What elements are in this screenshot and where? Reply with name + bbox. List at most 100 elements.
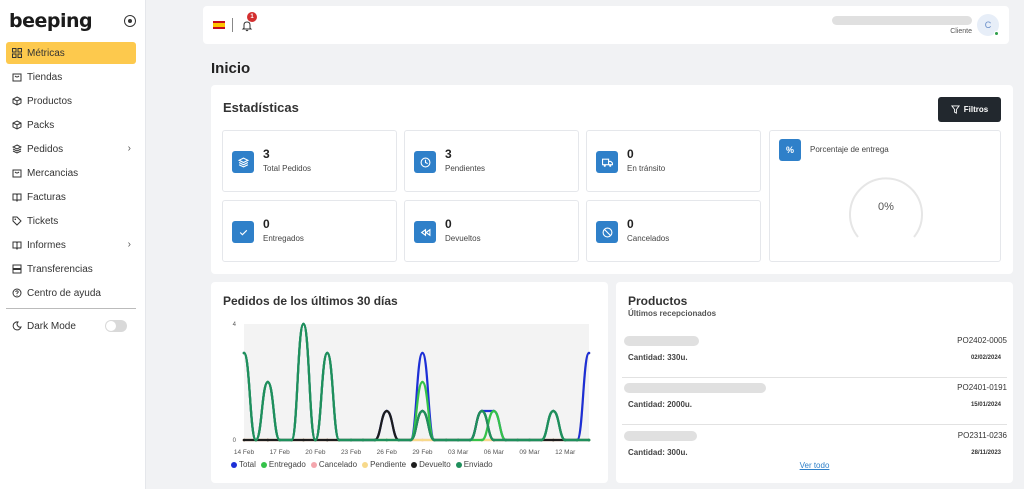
legend-item-devuelto[interactable]: Devuelto [411,460,451,469]
stat-cancelados[interactable]: 0 Cancelados [586,200,761,262]
legend-item-pendiente[interactable]: Pendiente [362,460,406,469]
products-card: Productos Últimos recepcionados PO2402-0… [616,282,1013,483]
data-point-devuelto [552,438,555,442]
stats-card: Estadísticas Filtros 3 Total Pedidos 3 P… [211,85,1013,274]
data-point-enviado [540,438,543,442]
help-icon [12,288,22,298]
data-point-devuelto [302,438,305,442]
data-point-enviado [575,438,579,442]
product-name-redacted [624,336,699,346]
stat-total-pedidos[interactable]: 3 Total Pedidos [222,130,397,192]
store-icon [12,72,22,82]
legend-dot [310,461,317,468]
sidebar-item-label: Facturas [27,191,66,203]
book-icon [12,192,22,202]
data-point-enviado [266,380,270,384]
stat-pendientes[interactable]: 3 Pendientes [404,130,579,192]
data-point-enviado [325,351,329,355]
sidebar-item-centro-de-ayuda[interactable]: Centro de ayuda [6,282,136,304]
sidebar-item-label: Tiendas [27,71,63,83]
dark-mode-toggle[interactable] [105,320,127,332]
legend-item-cancelado[interactable]: Cancelado [310,460,357,469]
app-logo[interactable]: beeping [9,10,93,32]
rewind-icon [414,221,436,243]
sidebar-item-packs[interactable]: Packs [6,114,136,136]
spain-flag-icon[interactable] [213,21,225,29]
stat-entregados[interactable]: 0 Entregados [222,200,397,262]
sidebar-item-tickets[interactable]: Tickets [6,210,136,232]
data-point-total [587,351,591,355]
x-tick-label: 06 Mar [484,449,505,456]
product-row[interactable]: PO2401-0191 Cantidad: 2000u. 15/01/2024 [622,379,1007,425]
avatar[interactable]: C [977,14,999,36]
product-code: PO2402-0005 [957,336,1007,345]
legend-label: Total [239,460,256,469]
sidebar-item-metricas[interactable]: Métricas [6,42,136,64]
filters-button[interactable]: Filtros [938,97,1001,122]
dark-mode-label: Dark Mode [27,320,76,332]
legend-dot [231,461,237,468]
sidebar-item-mercancias[interactable]: Mercancias [6,162,136,184]
products-subtitle: Últimos recepcionados [628,309,717,318]
sidebar-collapse-icon[interactable] [124,15,136,27]
data-point-enviado [397,438,400,442]
product-code: PO2401-0191 [957,383,1007,392]
user-info: Cliente [832,15,972,35]
product-date: 28/11/2023 [971,450,1001,456]
data-point-enviado [242,351,246,355]
data-point-enviado [587,438,591,442]
stat-en-transito[interactable]: 0 En tránsito [586,130,761,192]
legend-label: Enviado [463,460,493,469]
legend-label: Entregado [268,460,306,469]
stat-label: Cancelados [627,234,670,243]
data-point-entregado [492,409,496,413]
data-point-devuelto [385,409,389,413]
chart-legend: Total Entregado Cancelado Pendiente Devu… [231,460,493,469]
stat-value: 0 [445,217,452,231]
grid-icon [12,48,22,58]
chevron-right-icon: › [127,143,131,154]
sidebar-item-facturas[interactable]: Facturas [6,186,136,208]
delivery-percentage-value: 0% [878,201,894,213]
x-tick-label: 29 Feb [412,449,433,456]
moon-icon [12,321,22,331]
sidebar-nav: Métricas Tiendas Productos Packs Pedidos… [0,42,145,337]
dark-mode-row: Dark Mode [6,315,136,337]
y-tick-label: 0 [233,438,237,444]
sidebar-item-label: Mercancias [27,167,79,179]
data-point-devuelto [266,438,270,442]
sidebar-item-pedidos[interactable]: Pedidos › [6,138,136,160]
stat-value: 3 [445,147,452,161]
product-row[interactable]: PO2402-0005 Cantidad: 330u. 02/02/2024 [622,332,1007,378]
sidebar-item-productos[interactable]: Productos [6,90,136,112]
check-icon [232,221,254,243]
product-date: 15/01/2024 [970,402,1001,408]
notification-button[interactable]: 1 [241,12,257,32]
top-bar: 1 Cliente C [203,6,1009,44]
stat-devueltos[interactable]: 0 Devueltos [404,200,579,262]
stat-label: Devueltos [445,234,481,243]
x-tick-label: 23 Feb [341,449,362,456]
sidebar-item-informes[interactable]: Informes › [6,234,136,256]
book-icon [12,240,22,250]
data-point-entregado [480,438,484,442]
sidebar-item-label: Productos [27,95,73,107]
legend-item-entregado[interactable]: Entregado [260,460,306,469]
legend-item-enviado[interactable]: Enviado [455,460,493,469]
legend-item-total[interactable]: Total [231,460,256,469]
delivery-percentage-card: % Porcentaje de entrega 0% [769,130,1001,262]
data-point-enviado [444,438,448,442]
stat-value: 0 [263,217,270,231]
product-date: 02/02/2024 [970,355,1001,361]
sidebar-divider [6,308,136,309]
user-menu[interactable]: Cliente C [832,14,999,36]
view-all-link[interactable]: Ver todo [616,461,1013,470]
sidebar-item-transferencias[interactable]: Transferencias [6,258,136,280]
sidebar-item-tiendas[interactable]: Tiendas [6,66,136,88]
data-point-enviado [337,438,341,442]
data-point-enviado [528,438,531,442]
data-point-enviado [552,409,555,413]
avatar-initial: C [984,20,992,30]
data-point-enviado [516,438,519,442]
x-tick-label: 09 Mar [519,449,540,456]
